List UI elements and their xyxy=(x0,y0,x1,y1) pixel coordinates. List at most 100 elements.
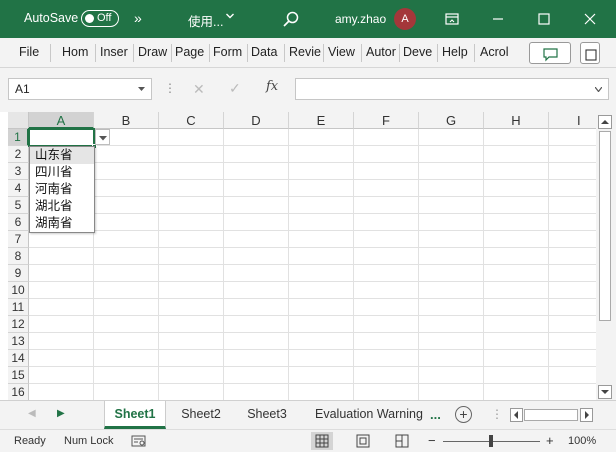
column-header-g[interactable]: G xyxy=(419,112,484,129)
vertical-dots-icon[interactable]: ⋮ xyxy=(164,81,176,95)
ribbon-tabs: File Hom Inser Draw Page Form Data Revie… xyxy=(0,38,616,68)
dropdown-option[interactable]: 河南省 xyxy=(30,181,94,198)
quick-access-more-icon[interactable]: » xyxy=(134,10,142,26)
row-header-11[interactable]: 11 xyxy=(8,299,29,316)
scroll-left-button[interactable] xyxy=(510,408,523,422)
name-box[interactable]: A1 xyxy=(8,78,152,100)
horizontal-scroll-thumb[interactable] xyxy=(524,409,578,421)
row-header-16[interactable]: 16 xyxy=(8,384,29,400)
ribbon-divider xyxy=(209,44,210,62)
ribbon-display-icon[interactable] xyxy=(441,8,463,30)
share-button[interactable] xyxy=(580,42,600,64)
column-header-c[interactable]: C xyxy=(159,112,224,129)
dropdown-option[interactable]: 山东省 xyxy=(30,147,94,164)
column-header-h[interactable]: H xyxy=(484,112,549,129)
sheet-prev-icon[interactable]: ◀ xyxy=(28,408,36,419)
add-sheet-button[interactable]: + xyxy=(455,406,472,423)
ribbon-divider xyxy=(95,44,96,62)
sheet-next-icon[interactable]: ▶ xyxy=(57,408,65,419)
row-header-4[interactable]: 4 xyxy=(8,180,29,197)
tab-file[interactable]: File xyxy=(19,45,39,59)
zoom-slider-thumb[interactable] xyxy=(489,435,493,447)
scroll-down-button[interactable] xyxy=(598,385,612,399)
zoom-level[interactable]: 100% xyxy=(568,435,596,447)
page-break-view-button[interactable] xyxy=(391,432,413,450)
active-cell-a1[interactable] xyxy=(28,128,97,149)
sheet-tab-sheet1[interactable]: Sheet1 xyxy=(104,401,166,429)
select-all-corner[interactable] xyxy=(8,112,29,129)
row-header-6[interactable]: 6 xyxy=(8,214,29,231)
vertical-scroll-thumb[interactable] xyxy=(599,131,611,321)
chevron-down-icon[interactable] xyxy=(138,87,145,92)
column-header-e[interactable]: E xyxy=(289,112,354,129)
document-name[interactable]: 使用... xyxy=(188,11,223,30)
row-header-8[interactable]: 8 xyxy=(8,248,29,265)
sheet-tab-sheet2[interactable]: Sheet2 xyxy=(170,401,232,429)
tab-draw[interactable]: Draw xyxy=(138,45,170,59)
tab-page-layout[interactable]: Page xyxy=(175,45,207,59)
toggle-knob xyxy=(85,13,94,23)
vertical-scrollbar[interactable] xyxy=(596,112,616,400)
dropdown-option[interactable]: 湖北省 xyxy=(30,198,94,215)
row-header-12[interactable]: 12 xyxy=(8,316,29,333)
search-icon[interactable] xyxy=(282,10,300,28)
chevron-down-icon[interactable] xyxy=(226,12,234,20)
zoom-in-button[interactable]: + xyxy=(546,433,554,448)
validation-dropdown-button[interactable] xyxy=(95,129,110,145)
tab-home[interactable]: Hom xyxy=(62,45,92,59)
column-header-f[interactable]: F xyxy=(354,112,419,129)
row-header-1[interactable]: 1 xyxy=(8,129,29,146)
tab-help[interactable]: Help xyxy=(442,45,472,59)
column-header-d[interactable]: D xyxy=(224,112,289,129)
sheet-tab-sheet3[interactable]: Sheet3 xyxy=(236,401,298,429)
minimize-icon[interactable] xyxy=(487,8,509,30)
macro-recording-icon[interactable] xyxy=(131,434,147,448)
page-layout-view-button[interactable] xyxy=(352,432,374,450)
normal-view-button[interactable] xyxy=(311,432,333,450)
dropdown-option[interactable]: 湖南省 xyxy=(30,215,94,232)
tab-insert[interactable]: Inser xyxy=(100,45,130,59)
more-sheets-icon[interactable]: ... xyxy=(430,407,441,422)
avatar[interactable]: A xyxy=(394,8,416,30)
row-header-15[interactable]: 15 xyxy=(8,367,29,384)
horizontal-scrollbar[interactable] xyxy=(510,408,594,422)
tab-data[interactable]: Data xyxy=(251,45,281,59)
cell-area[interactable] xyxy=(29,129,596,400)
row-header-3[interactable]: 3 xyxy=(8,163,29,180)
comment-icon xyxy=(543,48,558,62)
comments-button[interactable] xyxy=(529,42,571,64)
tab-acrobat[interactable]: Acrol xyxy=(480,45,512,59)
column-header-b[interactable]: B xyxy=(94,112,159,129)
row-header-5[interactable]: 5 xyxy=(8,197,29,214)
maximize-icon[interactable] xyxy=(533,8,555,30)
zoom-out-button[interactable]: − xyxy=(428,433,436,448)
close-icon[interactable] xyxy=(579,8,601,30)
cancel-icon[interactable]: ✕ xyxy=(193,81,205,98)
column-header-a[interactable]: A xyxy=(29,112,94,129)
formula-input[interactable] xyxy=(295,78,609,100)
tab-review[interactable]: Revie xyxy=(289,45,321,59)
user-name[interactable]: amy.zhao xyxy=(335,12,386,26)
tab-developer[interactable]: Deve xyxy=(403,45,434,59)
row-header-2[interactable]: 2 xyxy=(8,146,29,163)
triangle-left-icon xyxy=(514,411,518,419)
ribbon-divider xyxy=(437,44,438,62)
row-header-7[interactable]: 7 xyxy=(8,231,29,248)
tab-view[interactable]: View xyxy=(328,45,358,59)
sheet-tab-evaluation-warning[interactable]: Evaluation Warning xyxy=(306,401,426,429)
tab-formulas[interactable]: Form xyxy=(213,45,245,59)
row-header-10[interactable]: 10 xyxy=(8,282,29,299)
scroll-right-button[interactable] xyxy=(580,408,593,422)
dropdown-option[interactable]: 四川省 xyxy=(30,164,94,181)
chevron-down-icon[interactable] xyxy=(595,87,602,92)
scroll-up-button[interactable] xyxy=(598,115,612,129)
tab-automate[interactable]: Autor xyxy=(366,45,397,59)
insert-function-icon[interactable]: fx xyxy=(266,79,278,94)
enter-icon[interactable]: ✓ xyxy=(229,80,241,97)
row-header-13[interactable]: 13 xyxy=(8,333,29,350)
row-header-9[interactable]: 9 xyxy=(8,265,29,282)
vertical-dots-icon[interactable]: ⋮ xyxy=(491,407,503,421)
column-header-i[interactable]: I xyxy=(549,112,596,129)
autosave-toggle[interactable]: Off xyxy=(81,10,119,27)
row-header-14[interactable]: 14 xyxy=(8,350,29,367)
